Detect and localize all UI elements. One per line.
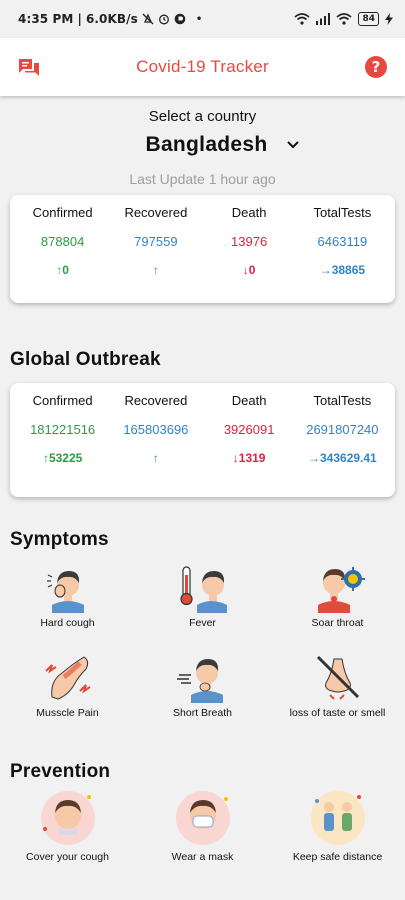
svg-text:?: ?: [372, 58, 381, 76]
header-confirmed: Confirmed: [32, 205, 93, 220]
wifi-icon: [294, 13, 310, 25]
distance-icon: [310, 791, 365, 845]
last-update-text: Last Update 1 hour ago: [129, 171, 276, 187]
change-total-tests: →343629.41: [308, 451, 377, 465]
value-death: 3926091: [223, 422, 275, 437]
dnd-off-icon: [142, 13, 154, 25]
prevention-label: Keep safe distance: [292, 851, 383, 863]
arrow-right-icon: →: [319, 263, 332, 277]
header-recovered: Recovered: [124, 393, 188, 408]
arrow-up-icon: ↑: [152, 451, 159, 465]
selected-country: Bangladesh: [145, 133, 268, 156]
signal-icon: [316, 13, 331, 25]
select-country-label: Select a country: [148, 108, 257, 125]
change-confirmed: ↑53225: [42, 451, 83, 465]
mask-icon: [175, 791, 230, 845]
change-death: ↓0: [242, 263, 256, 277]
symptoms-grid: Hard cough Fever Soar throat Musscle Pai…: [0, 561, 405, 719]
value-total-tests: 6463119: [317, 234, 368, 249]
short-breath-icon: [176, 659, 223, 703]
app-bar: Covid-19 Tracker ?: [0, 38, 405, 96]
prevention-label: Wear a mask: [171, 851, 234, 863]
header-total-tests: TotalTests: [313, 205, 372, 220]
header-total-tests: TotalTests: [313, 393, 372, 408]
status-time: 4:35 PM: [18, 12, 74, 26]
chat-icon: [19, 59, 39, 76]
arrow-right-icon: →: [308, 451, 320, 465]
sore-throat-icon: [317, 567, 365, 613]
change-confirmed: ↑0: [56, 263, 69, 277]
symptom-label: Soar throat: [311, 617, 364, 629]
battery-indicator: 84: [358, 12, 379, 26]
prevention-title: Prevention: [10, 761, 111, 782]
network-speed: 6.0KB/s: [85, 12, 138, 26]
status-bar: 4:35 PM | 6.0KB/s • 84: [0, 0, 405, 38]
prevention-label: Cover your cough: [26, 851, 109, 863]
value-total-tests: 2691807240: [306, 422, 379, 437]
prevention-grid: Cover your cough Wear a mask Keep safe d…: [0, 789, 405, 863]
symptom-label: Short Breath: [173, 707, 232, 719]
change-recovered: ↑: [109, 451, 202, 465]
fever-icon: [179, 566, 227, 613]
global-outbreak-title: Global Outbreak: [10, 349, 161, 370]
prevention-safe-distance[interactable]: Keep safe distance: [270, 789, 405, 863]
wifi-icon-2: [336, 13, 352, 25]
loss-of-smell-icon: [316, 655, 359, 700]
symptom-label: Hard cough: [40, 617, 95, 629]
chevron-down-icon: [286, 141, 299, 149]
change-total-tests: →38865: [319, 263, 366, 277]
change-death: ↓1319: [232, 451, 266, 465]
prevention-wear-mask[interactable]: Wear a mask: [135, 789, 270, 863]
help-icon: ?: [364, 56, 387, 78]
value-recovered: 797559: [134, 234, 178, 249]
change-recovered: ↑: [109, 263, 202, 277]
chat-button[interactable]: [16, 54, 42, 80]
app-title: Covid-19 Tracker: [136, 57, 269, 76]
header-recovered: Recovered: [124, 205, 188, 220]
value-confirmed: 878804: [40, 234, 85, 249]
cover-cough-icon: [40, 791, 95, 845]
symptom-label: Fever: [189, 617, 216, 629]
symptom-muscle-pain[interactable]: Musscle Pain: [0, 651, 135, 719]
symptom-label: Musscle Pain: [36, 707, 99, 719]
symptom-sore-throat[interactable]: Soar throat: [270, 561, 405, 629]
charging-icon: [385, 13, 393, 25]
header-death: Death: [231, 205, 267, 220]
app-notification-icon: [174, 13, 186, 25]
symptom-hard-cough[interactable]: Hard cough: [0, 561, 135, 629]
value-confirmed: 181221516: [30, 422, 96, 437]
muscle-pain-icon: [44, 656, 91, 700]
value-recovered: 165803696: [123, 422, 189, 437]
header-death: Death: [231, 393, 267, 408]
symptoms-title: Symptoms: [10, 529, 109, 550]
country-stats-card: Confirmed Recovered Death TotalTests 878…: [10, 195, 395, 303]
symptom-short-breath[interactable]: Short Breath: [135, 651, 270, 719]
symptom-loss-of-taste[interactable]: loss of taste or smell: [270, 651, 405, 719]
value-death: 13976: [231, 234, 268, 249]
header-confirmed: Confirmed: [32, 393, 93, 408]
arrow-up-icon: ↑: [152, 263, 159, 277]
global-stats-card: Confirmed Recovered Death TotalTests 181…: [10, 383, 395, 497]
symptom-fever[interactable]: Fever: [135, 561, 270, 629]
symptom-label: loss of taste or smell: [289, 707, 386, 719]
country-dropdown[interactable]: Bangladesh: [40, 133, 405, 157]
help-button[interactable]: ?: [363, 54, 389, 80]
alarm-icon: [158, 14, 169, 25]
cough-icon: [46, 571, 84, 613]
prevention-cover-cough[interactable]: Cover your cough: [0, 789, 135, 863]
